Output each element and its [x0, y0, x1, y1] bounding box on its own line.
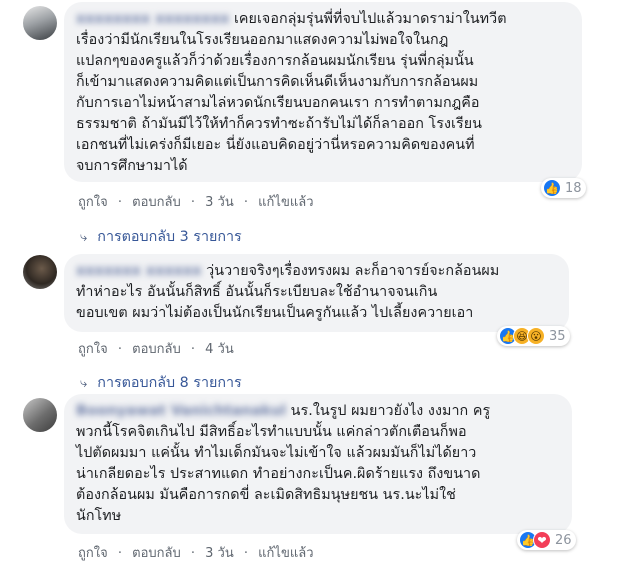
avatar[interactable]	[23, 6, 57, 40]
reaction-summary[interactable]: 👍 18	[541, 178, 586, 198]
comment-text-rest: เรื่องว่ามีนักเรียนในโรงเรียนออกมาแสดงคว…	[76, 32, 482, 174]
like-link[interactable]: ถูกใจ	[78, 195, 108, 210]
comment-text: นร.ในรูป ผมยาวยังไง งงมาก ครู	[290, 403, 491, 419]
reaction-summary[interactable]: 👍 ❤ 26	[517, 530, 576, 550]
comment-actions: ถูกใจ · ตอบกลับ · 3 วัน · แก้ไขแล้ว	[78, 191, 314, 212]
separator: ·	[190, 195, 196, 210]
comment-bubble: Boonyawat Vanichtanakul นร.ในรูป ผมยาวยั…	[64, 394, 572, 534]
separator: ·	[117, 342, 122, 357]
timestamp[interactable]: 3 วัน	[205, 546, 234, 561]
like-link[interactable]: ถูกใจ	[78, 546, 108, 561]
replies-count-label[interactable]: การตอบกลับ 3 รายการ	[97, 229, 241, 245]
reaction-count: 26	[555, 532, 572, 548]
commenter-name[interactable]: xxxxxxxx xxxxxxxx	[76, 11, 229, 27]
reply-link[interactable]: ตอบกลับ	[132, 195, 181, 210]
reply-arrow-icon: ⤷	[80, 376, 88, 391]
timestamp[interactable]: 4 วัน	[205, 342, 234, 357]
view-replies-link[interactable]: ⤷ การตอบกลับ 3 รายการ	[80, 226, 242, 248]
comment-text: เคยเจอกลุ่มรุ่นพี่ที่จบไปแล้วมาดราม่าในท…	[234, 11, 507, 27]
reaction-count: 35	[549, 328, 566, 344]
reply-link[interactable]: ตอบกลับ	[132, 342, 181, 357]
view-replies-link[interactable]: ⤷ การตอบกลับ 8 รายการ	[80, 372, 242, 394]
replies-count-label[interactable]: การตอบกลับ 8 รายการ	[97, 375, 241, 391]
comment-text-rest: ทำห่าอะไร อันนั้นก็สิทธิ์ อันนั้นก็ระเบี…	[76, 284, 474, 321]
like-icon: 👍	[543, 179, 561, 197]
separator: ·	[190, 342, 196, 357]
comment-bubble: xxxxxxxx xxxxxxxx เคยเจอกลุ่มรุ่นพี่ที่จ…	[64, 2, 582, 182]
avatar[interactable]	[23, 255, 57, 289]
avatar[interactable]	[23, 398, 57, 432]
comment-text: วุ่นวายจริงๆเรื่องทรงผม ละก็อาจารย์จะกล้…	[206, 263, 500, 279]
comment-bubble: xxxxxxx xxxxxx วุ่นวายจริงๆเรื่องทรงผม ล…	[64, 254, 569, 332]
commenter-name[interactable]: xxxxxxx xxxxxx	[76, 263, 202, 279]
separator: ·	[243, 195, 249, 210]
reaction-summary[interactable]: 👍 😆 😮 35	[497, 326, 570, 346]
separator: ·	[190, 546, 196, 561]
timestamp[interactable]: 3 วัน	[205, 195, 234, 210]
separator: ·	[117, 195, 122, 210]
comment-actions: ถูกใจ · ตอบกลับ · 4 วัน	[78, 338, 234, 359]
love-icon: ❤	[533, 531, 551, 549]
wow-icon: 😮	[527, 327, 545, 345]
reply-link[interactable]: ตอบกลับ	[132, 546, 181, 561]
reaction-count: 18	[565, 180, 582, 196]
commenter-name[interactable]: Boonyawat Vanichtanakul	[76, 403, 286, 419]
reply-arrow-icon: ⤷	[80, 230, 88, 245]
like-link[interactable]: ถูกใจ	[78, 342, 108, 357]
edited-label[interactable]: แก้ไขแล้ว	[258, 195, 313, 210]
edited-label[interactable]: แก้ไขแล้ว	[258, 546, 313, 561]
separator: ·	[117, 546, 122, 561]
comment-text-rest: พวกนี้โรคจิตเกินไป มีสิทธิ์อะไรทำแบบนั้น…	[76, 424, 481, 524]
separator: ·	[243, 546, 249, 561]
